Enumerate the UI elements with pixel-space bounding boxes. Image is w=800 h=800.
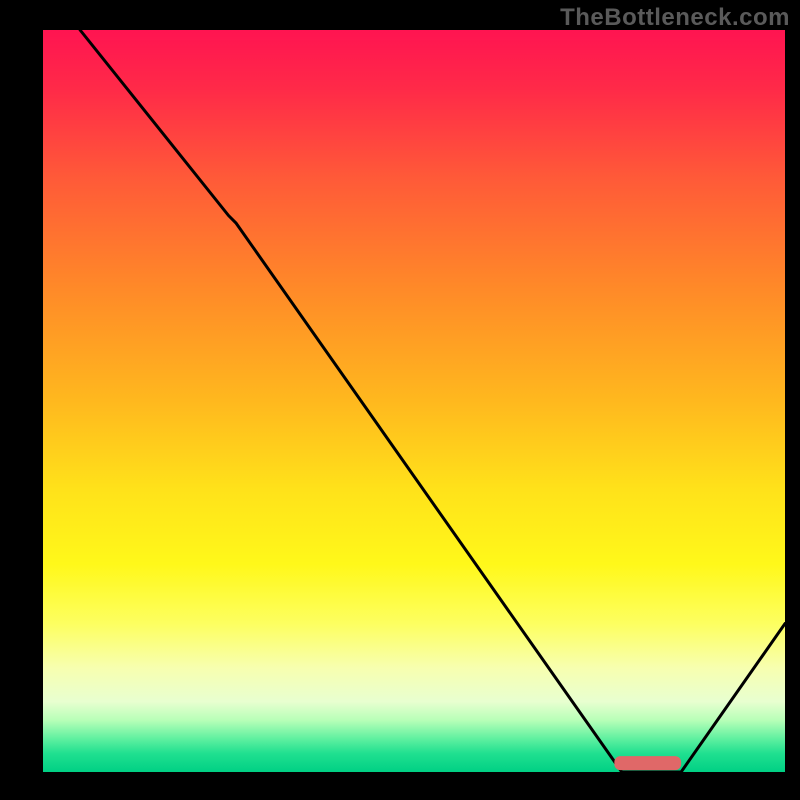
plot-area — [43, 30, 785, 772]
chart-frame: TheBottleneck.com — [0, 0, 800, 800]
chart-svg — [0, 0, 800, 800]
watermark-text: TheBottleneck.com — [560, 4, 790, 32]
optimal-range-marker — [614, 756, 681, 770]
